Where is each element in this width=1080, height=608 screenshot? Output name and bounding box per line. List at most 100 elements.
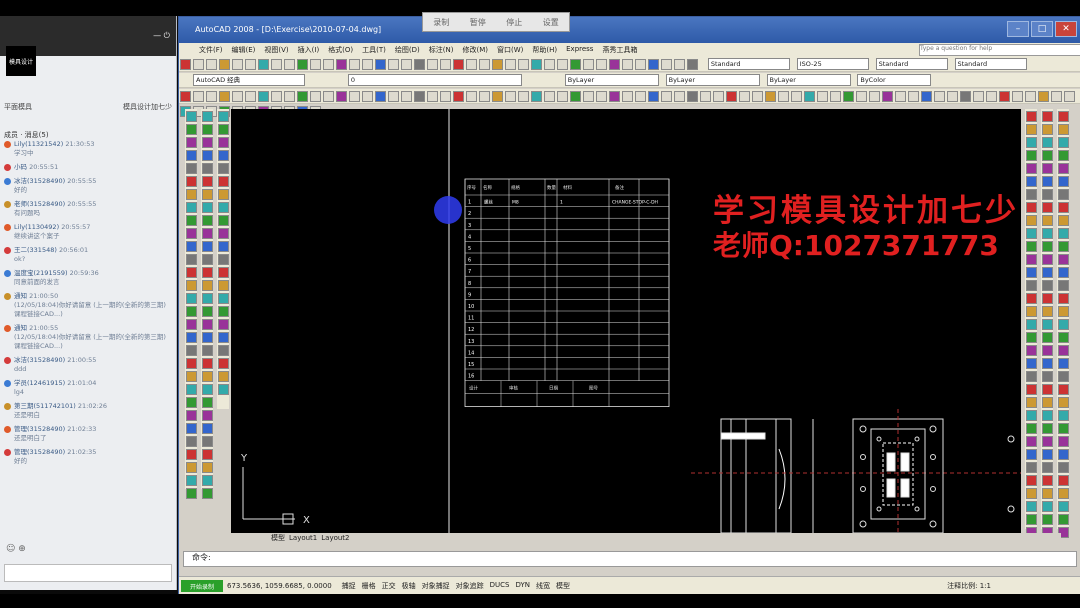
- toolbar-button-icon[interactable]: [934, 91, 945, 102]
- toolbar-button-icon[interactable]: [466, 91, 477, 102]
- tool-icon[interactable]: [202, 475, 213, 486]
- toolbar-button-icon[interactable]: [206, 59, 217, 70]
- toolbar-button-icon[interactable]: [180, 59, 191, 70]
- tool-icon[interactable]: [218, 163, 229, 174]
- tool-icon[interactable]: [1058, 163, 1069, 174]
- toolbar-button-icon[interactable]: [999, 91, 1010, 102]
- chat-sender[interactable]: 学员(12461915): [14, 379, 65, 387]
- linetype-dropdown[interactable]: ByLayer: [665, 74, 760, 86]
- tool-icon[interactable]: [186, 202, 197, 213]
- tool-icon[interactable]: [1026, 137, 1037, 148]
- toolbar-button-icon[interactable]: [531, 59, 542, 70]
- toolbar-button-icon[interactable]: [765, 91, 776, 102]
- draw-toolbar[interactable]: [185, 109, 197, 499]
- plotstyle-dropdown[interactable]: ByColor: [857, 74, 932, 86]
- tool-icon[interactable]: [1058, 462, 1069, 473]
- tool-icon[interactable]: [186, 267, 197, 278]
- chat-sender[interactable]: 小码: [14, 163, 27, 171]
- toolbar-button-icon[interactable]: [557, 91, 568, 102]
- toolbar-button-icon[interactable]: [544, 59, 555, 70]
- tool-icon[interactable]: [218, 371, 229, 382]
- toolbar-button-icon[interactable]: [661, 91, 672, 102]
- toolbar-button-icon[interactable]: [648, 59, 659, 70]
- tool-icon[interactable]: [1042, 462, 1053, 473]
- menu-item[interactable]: 文件(F): [199, 45, 223, 55]
- status-toggle[interactable]: DUCS: [490, 581, 510, 591]
- toolbar-button-icon[interactable]: [258, 91, 269, 102]
- toolbar-button-icon[interactable]: [323, 59, 334, 70]
- tool-icon[interactable]: [1058, 358, 1069, 369]
- tool-icon[interactable]: [1058, 319, 1069, 330]
- tool-icon[interactable]: [1026, 397, 1037, 408]
- tool-icon[interactable]: [186, 358, 197, 369]
- tool-icon[interactable]: [218, 306, 229, 317]
- toolbar-button-icon[interactable]: [323, 91, 334, 102]
- tool-icon[interactable]: [186, 293, 197, 304]
- tool-icon[interactable]: [1042, 228, 1053, 239]
- tool-icon[interactable]: [202, 176, 213, 187]
- toolbar-button-icon[interactable]: [453, 59, 464, 70]
- toolbar-button-icon[interactable]: [440, 59, 451, 70]
- chat-sender[interactable]: 温度宝(2191559): [14, 269, 68, 277]
- tool-icon[interactable]: [202, 436, 213, 447]
- toolbar-button-icon[interactable]: [362, 91, 373, 102]
- tool-icon[interactable]: [1026, 254, 1037, 265]
- recorder-button[interactable]: 暂停: [470, 17, 486, 28]
- tool-icon[interactable]: [186, 280, 197, 291]
- tool-icon[interactable]: [1026, 501, 1037, 512]
- toolbar-button-icon[interactable]: [570, 91, 581, 102]
- tool-icon[interactable]: [186, 475, 197, 486]
- toolbar-button-icon[interactable]: [245, 59, 256, 70]
- tool-icon[interactable]: [1058, 449, 1069, 460]
- tool-icon[interactable]: [202, 280, 213, 291]
- tool-icon[interactable]: [1042, 332, 1053, 343]
- toolbar-button-icon[interactable]: [414, 59, 425, 70]
- extra-toolbar[interactable]: [217, 109, 229, 409]
- tool-icon[interactable]: [1042, 280, 1053, 291]
- toolbar-button-icon[interactable]: [596, 91, 607, 102]
- toolbar-button-icon[interactable]: [1025, 91, 1036, 102]
- tool-icon[interactable]: [202, 241, 213, 252]
- tool-icon[interactable]: [1026, 241, 1037, 252]
- minimize-button[interactable]: –: [1007, 21, 1029, 37]
- tool-icon[interactable]: [186, 423, 197, 434]
- toolbar-button-icon[interactable]: [986, 91, 997, 102]
- chat-sender[interactable]: Lily(11321542): [14, 140, 63, 148]
- toolbar-button-icon[interactable]: [388, 59, 399, 70]
- tool-icon[interactable]: [1058, 371, 1069, 382]
- menu-item[interactable]: 绘图(D): [395, 45, 420, 55]
- toolbar-button-icon[interactable]: [622, 59, 633, 70]
- toolbar-button-icon[interactable]: [180, 91, 191, 102]
- tool-icon[interactable]: [202, 137, 213, 148]
- toolbar-button-icon[interactable]: [752, 91, 763, 102]
- tool-icon[interactable]: [186, 228, 197, 239]
- chat-sender[interactable]: 通知: [14, 324, 27, 332]
- toolbar-button-icon[interactable]: [739, 91, 750, 102]
- tool-icon[interactable]: [186, 306, 197, 317]
- tool-icon[interactable]: [1042, 488, 1053, 499]
- toolbar-button-icon[interactable]: [219, 91, 230, 102]
- tool-icon[interactable]: [202, 215, 213, 226]
- tool-icon[interactable]: [186, 111, 197, 122]
- tool-icon[interactable]: [218, 176, 229, 187]
- tool-icon[interactable]: [1026, 345, 1037, 356]
- tool-icon[interactable]: [202, 124, 213, 135]
- layout-tab[interactable]: Layout2: [321, 534, 349, 542]
- tool-icon[interactable]: [186, 137, 197, 148]
- help-search-input[interactable]: Type a question for help: [919, 44, 1080, 56]
- toolbar-button-icon[interactable]: [219, 59, 230, 70]
- tool-icon[interactable]: [202, 449, 213, 460]
- chat-tools[interactable]: ☺ ⊕: [6, 544, 26, 554]
- layer-dropdown[interactable]: 0: [347, 74, 522, 86]
- toolbar-button-icon[interactable]: [362, 59, 373, 70]
- tool-icon[interactable]: [1026, 488, 1037, 499]
- tool-icon[interactable]: [186, 254, 197, 265]
- tool-icon[interactable]: [1026, 124, 1037, 135]
- tool-icon[interactable]: [1058, 345, 1069, 356]
- toolbar-button-icon[interactable]: [635, 91, 646, 102]
- tool-icon[interactable]: [186, 397, 197, 408]
- tool-icon[interactable]: [1042, 384, 1053, 395]
- tool-icon[interactable]: [218, 319, 229, 330]
- toolbar-button-icon[interactable]: [297, 91, 308, 102]
- toolbar-button-icon[interactable]: [843, 91, 854, 102]
